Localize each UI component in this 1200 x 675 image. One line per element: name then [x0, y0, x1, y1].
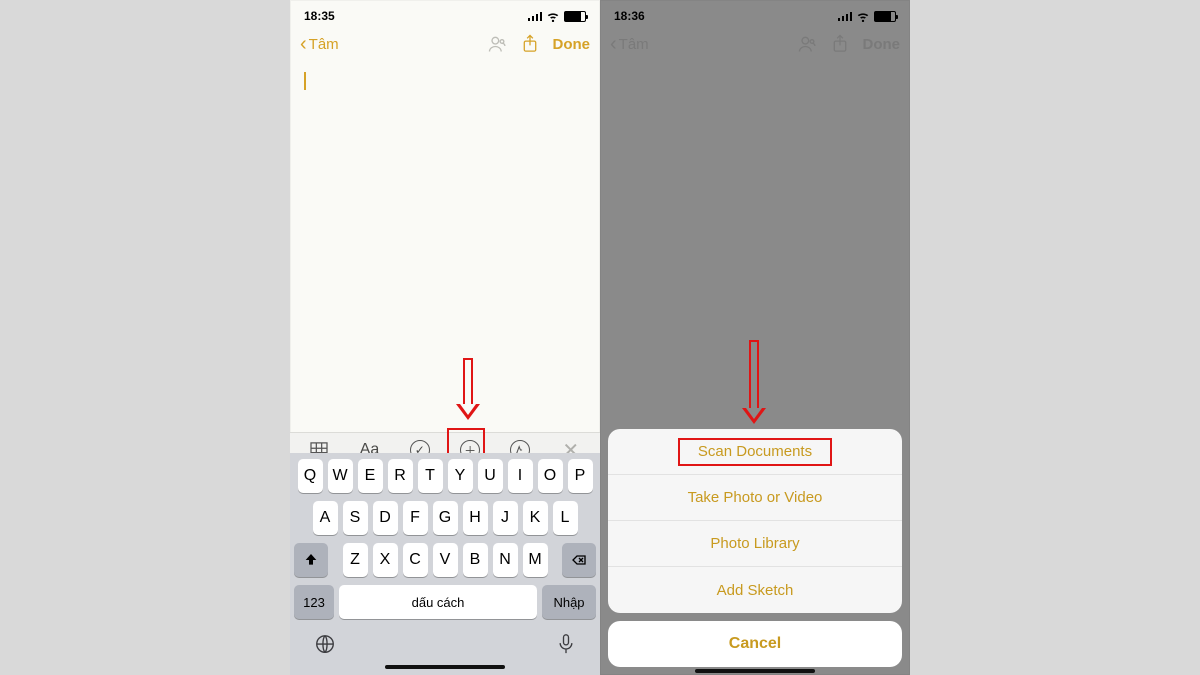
key-b[interactable]: B	[463, 543, 488, 577]
battery-icon	[874, 11, 896, 22]
key-r[interactable]: R	[388, 459, 413, 493]
back-button: ‹ Tâm	[610, 36, 649, 53]
space-key[interactable]: dấu cách	[339, 585, 537, 619]
key-n[interactable]: N	[493, 543, 518, 577]
key-g[interactable]: G	[433, 501, 458, 535]
globe-icon[interactable]	[312, 627, 337, 661]
key-i[interactable]: I	[508, 459, 533, 493]
back-label: Tâm	[309, 36, 339, 53]
key-v[interactable]: V	[433, 543, 458, 577]
keyboard-row-3: Z X C V B N M	[294, 543, 596, 577]
key-p[interactable]: P	[568, 459, 593, 493]
keyboard-row-2: A S D F G H J K L	[294, 501, 596, 535]
action-sheet-cancel[interactable]: Cancel	[608, 621, 902, 667]
option-label: Take Photo or Video	[688, 489, 823, 506]
key-h[interactable]: H	[463, 501, 488, 535]
wifi-icon	[856, 11, 870, 21]
phone-left: 18:35 ‹ Tâm	[290, 0, 600, 675]
done-button[interactable]: Done	[553, 36, 591, 53]
collaborate-icon[interactable]	[487, 34, 507, 54]
status-time: 18:35	[304, 9, 335, 23]
share-icon	[831, 34, 849, 54]
action-sheet-option-add-sketch[interactable]: Add Sketch	[608, 567, 902, 613]
key-k[interactable]: K	[523, 501, 548, 535]
key-y[interactable]: Y	[448, 459, 473, 493]
keyboard-row-5	[294, 627, 596, 661]
key-d[interactable]: D	[373, 501, 398, 535]
key-x[interactable]: X	[373, 543, 398, 577]
back-button[interactable]: ‹ Tâm	[300, 36, 339, 53]
option-label: Photo Library	[710, 535, 799, 552]
option-label: Add Sketch	[717, 582, 794, 599]
home-indicator	[695, 669, 815, 673]
keyboard: Q W E R T Y U I O P A S D F G H J K L	[290, 453, 600, 675]
note-editor[interactable]	[290, 62, 600, 432]
action-sheet-option-photo-library[interactable]: Photo Library	[608, 521, 902, 567]
key-z[interactable]: Z	[343, 543, 368, 577]
key-s[interactable]: S	[343, 501, 368, 535]
keyboard-row-4: 123 dấu cách Nhập	[294, 585, 596, 619]
cellular-icon	[838, 11, 853, 21]
key-m[interactable]: M	[523, 543, 548, 577]
phone-right: 18:36 ‹ Tâm	[600, 0, 910, 675]
backspace-key[interactable]	[562, 543, 596, 577]
action-sheet: Scan Documents Take Photo or Video Photo…	[608, 429, 902, 667]
collaborate-icon	[797, 34, 817, 54]
shift-key[interactable]	[294, 543, 328, 577]
key-l[interactable]: L	[553, 501, 578, 535]
key-o[interactable]: O	[538, 459, 563, 493]
text-cursor	[304, 72, 306, 90]
cancel-label: Cancel	[729, 635, 781, 653]
key-e[interactable]: E	[358, 459, 383, 493]
return-key[interactable]: Nhập	[542, 585, 596, 619]
key-c[interactable]: C	[403, 543, 428, 577]
done-button: Done	[863, 36, 901, 53]
key-f[interactable]: F	[403, 501, 428, 535]
key-t[interactable]: T	[418, 459, 443, 493]
status-bar: 18:36	[600, 0, 910, 26]
status-icons	[528, 11, 587, 22]
key-q[interactable]: Q	[298, 459, 323, 493]
share-icon[interactable]	[521, 34, 539, 54]
action-sheet-option-take-photo[interactable]: Take Photo or Video	[608, 475, 902, 521]
wifi-icon	[546, 11, 560, 21]
nav-bar: ‹ Tâm Done	[290, 26, 600, 62]
nav-bar: ‹ Tâm Done	[600, 26, 910, 62]
cellular-icon	[528, 11, 543, 21]
mic-icon[interactable]	[553, 627, 578, 661]
back-label: Tâm	[619, 36, 649, 53]
numbers-key[interactable]: 123	[294, 585, 334, 619]
key-j[interactable]: J	[493, 501, 518, 535]
tutorial-two-phone-screenshot: 18:35 ‹ Tâm	[0, 0, 1200, 675]
battery-icon	[564, 11, 586, 22]
note-editor-dimmed	[600, 62, 910, 442]
key-w[interactable]: W	[328, 459, 353, 493]
status-time: 18:36	[614, 9, 645, 23]
status-bar: 18:35	[290, 0, 600, 26]
key-u[interactable]: U	[478, 459, 503, 493]
option-label: Scan Documents	[698, 443, 812, 460]
key-a[interactable]: A	[313, 501, 338, 535]
home-indicator	[385, 665, 505, 669]
keyboard-row-1: Q W E R T Y U I O P	[294, 459, 596, 493]
action-sheet-option-scan-documents[interactable]: Scan Documents	[608, 429, 902, 475]
status-icons	[838, 11, 897, 22]
